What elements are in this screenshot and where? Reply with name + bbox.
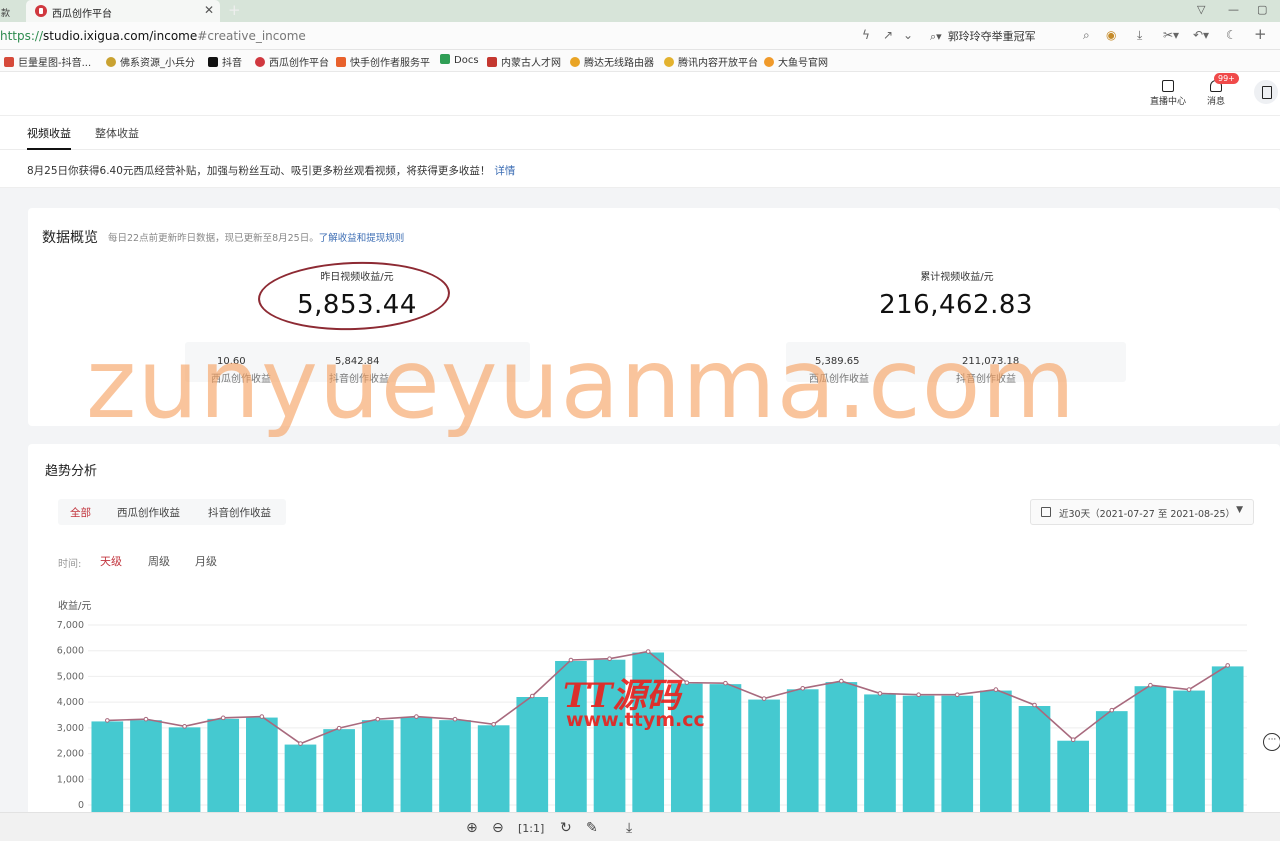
line-point[interactable] (105, 718, 110, 723)
y-tick-label: 4,000 (57, 697, 84, 708)
line-point[interactable] (916, 692, 921, 698)
line-point[interactable] (298, 741, 303, 746)
bar[interactable] (941, 695, 974, 812)
line-point[interactable] (877, 691, 883, 696)
line-point[interactable] (452, 716, 458, 722)
y-tick-label: 0 (78, 800, 84, 811)
bar[interactable] (825, 682, 858, 812)
bar[interactable] (1211, 666, 1244, 812)
zoom-in-icon[interactable]: ⊕ (466, 820, 478, 836)
edit-pencil-icon[interactable]: ✎ (586, 820, 598, 836)
bar[interactable] (980, 690, 1012, 812)
bar[interactable] (130, 720, 162, 812)
line-point[interactable] (491, 721, 496, 727)
bar[interactable] (1095, 711, 1128, 812)
line-point[interactable] (993, 687, 999, 692)
line-point[interactable] (182, 724, 187, 729)
chat-icon[interactable]: ··· (1263, 733, 1280, 751)
line-point[interactable] (143, 716, 149, 722)
line-point[interactable] (607, 656, 612, 662)
bar[interactable] (168, 727, 201, 812)
line-point[interactable] (220, 715, 226, 721)
bar[interactable] (786, 689, 819, 812)
bar[interactable] (902, 695, 935, 812)
bar[interactable] (400, 717, 433, 812)
bar[interactable] (1057, 740, 1089, 812)
y-tick-label: 3,000 (57, 723, 84, 734)
line-point[interactable] (761, 696, 767, 701)
y-tick-label: 5,000 (57, 671, 84, 682)
y-tick-label: 1,000 (57, 774, 84, 785)
line-point[interactable] (568, 657, 574, 663)
line-point[interactable] (954, 692, 960, 698)
zoom-out-icon[interactable]: ⊖ (492, 820, 504, 836)
line-point[interactable] (1148, 682, 1153, 688)
bar[interactable] (439, 720, 471, 812)
bar[interactable] (1134, 686, 1167, 812)
bar[interactable] (284, 744, 317, 812)
watermark-url: www.ttym.cc (566, 709, 705, 731)
line-point[interactable] (839, 678, 844, 684)
bar[interactable] (1173, 690, 1205, 812)
y-tick-label: 2,000 (57, 749, 84, 760)
bar[interactable] (361, 720, 394, 812)
bar[interactable] (323, 729, 355, 812)
line-point[interactable] (1225, 663, 1230, 668)
line-point[interactable] (684, 680, 690, 685)
actual-size-icon[interactable]: [1:1] (518, 822, 544, 835)
bar[interactable] (477, 725, 510, 812)
bar[interactable] (516, 697, 549, 812)
y-tick-label: 7,000 (57, 620, 84, 631)
line-point[interactable] (645, 649, 651, 654)
bar[interactable] (91, 721, 124, 812)
rotate-icon[interactable]: ↻ (560, 820, 572, 836)
line-point[interactable] (1186, 687, 1192, 692)
line-point[interactable] (1109, 707, 1115, 713)
bar[interactable] (246, 717, 278, 812)
bar[interactable] (748, 699, 780, 812)
y-tick-label: 6,000 (57, 646, 84, 657)
line-point[interactable] (723, 680, 728, 686)
bar[interactable] (207, 718, 240, 812)
line-point[interactable] (529, 693, 535, 699)
image-viewer-toolbar: ⊕ ⊖ [1:1] ↻ ✎ ⤓ (0, 812, 1280, 841)
line-point[interactable] (1070, 737, 1076, 743)
line-point[interactable] (1032, 702, 1037, 708)
bar[interactable] (709, 684, 742, 812)
line-point[interactable] (800, 685, 806, 691)
bar[interactable] (1018, 706, 1051, 812)
download-icon[interactable]: ⤓ (626, 820, 632, 836)
line-point[interactable] (375, 716, 381, 722)
bar[interactable] (864, 694, 896, 812)
line-point[interactable] (336, 725, 342, 731)
line-point[interactable] (414, 714, 419, 719)
line-point[interactable] (259, 714, 265, 719)
